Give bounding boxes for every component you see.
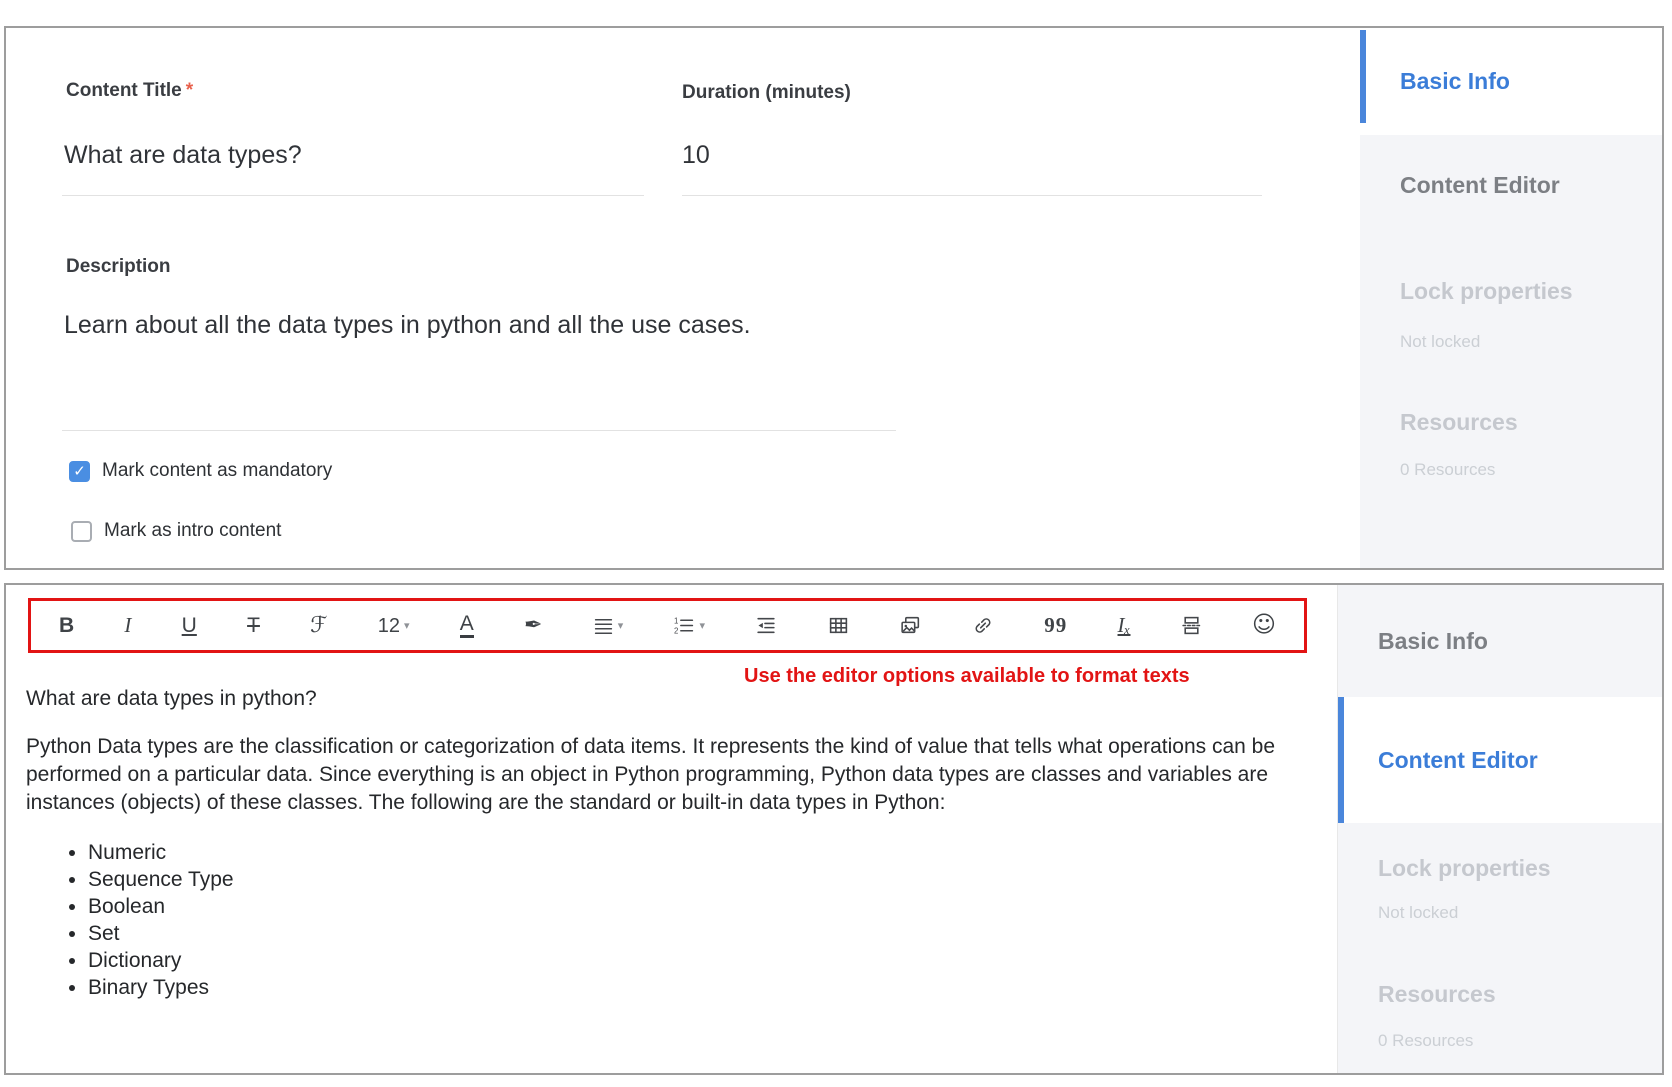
strikethrough-button[interactable]: T [245,613,262,638]
bullet-item: Numeric [88,839,1320,866]
editor-paragraph: Python Data types are the classification… [26,735,1276,814]
font-family-icon: ℱ [310,612,328,638]
page-break-icon [1181,615,1202,636]
duration-input[interactable]: 10 [682,141,882,170]
sidebar-item-basic-info[interactable]: Basic Info [1338,585,1662,697]
editor-bullet-list: NumericSequence TypeBooleanSetDictionary… [26,839,1320,1001]
font-color-button[interactable]: A [458,611,476,640]
sidebar-item-content-editor[interactable]: Content Editor [1338,697,1662,823]
link-button[interactable] [970,613,996,638]
image-icon [899,615,922,636]
sidebar-item-resources: Resources [1378,981,1496,1007]
font-size-button[interactable]: 12 ▾ [376,614,412,638]
resources-count-text: 0 Resources [1378,1031,1474,1050]
dropdown-caret-icon: ▾ [617,619,624,632]
indent-icon [755,615,777,636]
quote-button[interactable]: 99 [1042,613,1069,638]
basic-info-panel: Content Title * What are data types? Dura… [4,26,1664,570]
mandatory-checkbox[interactable]: ✓ [69,460,90,482]
sidebar-item-label: Basic Info [1378,627,1488,654]
sidebar-item-resources: Resources [1400,409,1518,435]
bullet-item: Dictionary [88,947,1320,974]
image-button[interactable] [897,613,924,638]
active-indicator-bar [1360,30,1366,123]
sidebar-item-basic-info[interactable]: Basic Info [1360,28,1662,135]
highlight-icon: ✒ [524,612,543,638]
emoji-button[interactable]: ☺ [1250,612,1278,639]
quote-icon: 99 [1044,613,1068,637]
bullet-item: Sequence Type [88,866,1320,893]
content-title-label: Content Title * [66,80,193,102]
intro-checkbox[interactable]: ✓ [71,520,92,542]
svg-text:1: 1 [675,616,679,625]
field-underline [62,195,644,196]
content-title-input[interactable]: What are data types? [64,141,624,170]
bold-button[interactable]: B [57,613,76,638]
italic-icon: I [124,613,132,637]
highlight-button[interactable]: ✒ [522,613,544,639]
content-title-label-text: Content Title [66,80,182,101]
basic-info-sidebar: Basic Info Content Editor Lock propertie… [1360,28,1662,568]
font-size-icon: 12 [377,614,400,637]
dropdown-caret-icon: ▾ [699,619,706,632]
clear-formatting-button[interactable]: Iₓ [1116,613,1133,638]
table-button[interactable] [826,613,851,638]
sidebar-item-lock-properties: Lock properties [1400,278,1573,304]
dropdown-caret-icon: ▾ [403,619,410,632]
align-button[interactable]: ▾ [591,613,626,638]
italic-button[interactable]: I [122,613,133,638]
mandatory-checkbox-row[interactable]: ✓ Mark content as mandatory [69,460,332,482]
emoji-icon: ☺ [1251,612,1276,638]
bullet-item: Binary Types [88,974,1320,1001]
mandatory-checkbox-label: Mark content as mandatory [102,460,333,481]
lock-status-text: Not locked [1400,332,1481,351]
check-icon: ✓ [73,461,86,480]
sidebar-item-lock-properties: Lock properties [1378,855,1551,881]
sidebar-item-label: Basic Info [1400,68,1510,94]
underline-button[interactable]: U [180,613,199,638]
required-asterisk: * [185,80,194,101]
ordered-list-icon: 12 [673,615,695,636]
indent-button[interactable] [753,613,779,638]
font-color-icon: A [459,613,474,638]
content-editor-sidebar: Basic Info Content Editor Lock propertie… [1337,585,1662,1073]
lock-status-text: Not locked [1378,903,1459,922]
svg-text:2: 2 [675,626,679,635]
clear-formatting-icon: Iₓ [1117,613,1131,637]
intro-checkbox-row[interactable]: ✓ Mark as intro content [71,520,281,542]
bullet-item: Set [88,920,1320,947]
editor-toolbar-highlight-box: B I U T ℱ 12 ▾ A ✒ ▾ 1 2 ▾ 99 Iₓ ☺ [28,598,1307,653]
rich-text-editor-area[interactable]: What are data types in python? Python Da… [26,685,1320,1001]
intro-checkbox-label: Mark as intro content [104,520,282,541]
bullet-item: Boolean [88,893,1320,920]
bold-icon: B [59,614,75,637]
table-icon [828,615,849,636]
content-editor-panel: B I U T ℱ 12 ▾ A ✒ ▾ 1 2 ▾ 99 Iₓ ☺ Use the editor optio… [4,583,1664,1075]
underline-icon: U [181,614,197,637]
active-indicator-bar [1338,697,1344,823]
description-label: Description [66,256,171,277]
strikethrough-icon: T [247,614,260,637]
sidebar-item-content-editor[interactable]: Content Editor [1360,135,1662,235]
ordered-list-button[interactable]: 1 2 ▾ [671,613,707,638]
page-break-button[interactable] [1179,613,1204,638]
description-input[interactable]: Learn about all the data types in python… [64,311,964,340]
resources-count-text: 0 Resources [1400,460,1496,479]
field-underline [682,195,1262,196]
field-underline [62,430,896,431]
duration-label: Duration (minutes) [682,82,851,103]
editor-heading: What are data types in python? [26,687,317,710]
link-icon [972,615,994,636]
sidebar-item-label: Content Editor [1378,746,1538,773]
font-family-button[interactable]: ℱ [308,613,329,639]
align-icon [593,615,614,636]
sidebar-item-label: Content Editor [1400,171,1560,198]
